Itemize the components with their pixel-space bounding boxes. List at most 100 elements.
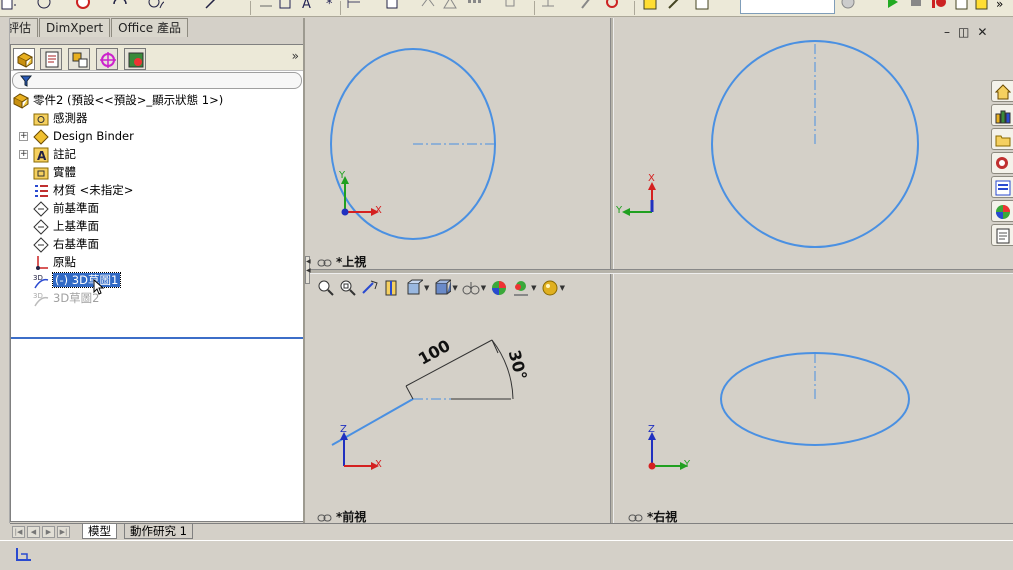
line-icon[interactable] [204,0,220,12]
tree-item-label: 註記 [53,147,76,161]
convert-entities-icon[interactable] [420,0,436,12]
funnel-icon [20,75,32,87]
tab-property-manager[interactable] [40,48,62,70]
text-icon[interactable]: A [300,0,316,12]
origin-icon [36,255,48,270]
viewport-iso[interactable]: X Y – ◫ ✕ [614,18,1013,269]
zoom-area-icon[interactable] [278,0,294,12]
view-orientation-icon[interactable] [384,0,400,12]
tab-feature-manager[interactable] [13,48,35,70]
manager-tabs: » [11,45,303,71]
macro-icon[interactable] [642,0,658,12]
tree-item-label: (-) 3D草圖1 [51,272,122,288]
sensor-folder-icon [33,113,49,125]
expand-toggle[interactable]: + [19,132,28,141]
tree-item-top-plane[interactable]: 上基準面 [33,217,99,235]
task-pane-search[interactable] [991,152,1013,174]
tree-item-3dsketch1[interactable]: 3D (-) 3D草圖1 [33,271,122,295]
tab-motion-study-1[interactable]: 動作研究 1 [124,524,193,539]
undo-icon[interactable] [112,0,128,12]
tree-item-sensors[interactable]: 感測器 [33,109,88,127]
solid-bodies-folder-icon [33,167,49,179]
tree-item-solid-bodies[interactable]: 實體 [33,163,76,181]
macro-edit-doc-icon[interactable] [974,0,990,12]
macro-stop-icon[interactable] [908,0,924,12]
viewport-label-text: *上視 [336,255,367,269]
restore-icon[interactable]: ◫ [958,25,969,39]
tab-configuration-manager[interactable] [68,48,90,70]
new-document-icon[interactable] [0,0,16,12]
rollback-bar[interactable] [11,337,303,339]
axis-label-x: X [375,459,382,470]
task-pane-view-palette[interactable] [991,176,1013,198]
task-pane-appearances[interactable] [991,200,1013,222]
tab-model[interactable]: 模型 [82,524,117,539]
task-pane-resources[interactable] [991,80,1013,102]
config-combo[interactable] [740,0,835,14]
tree-item-label: 上基準面 [53,219,99,233]
tab-dimxpert-manager[interactable] [96,48,118,70]
macro-new-icon[interactable] [694,0,710,12]
tree-item-right-plane[interactable]: 右基準面 [33,235,99,253]
move-icon[interactable] [504,0,520,12]
smart-dimension-icon[interactable] [258,0,274,12]
dimxpert-manager-icon [100,52,116,68]
offset-icon[interactable] [442,0,458,12]
task-pane-design-library[interactable] [991,104,1013,126]
point-icon[interactable]: * [324,0,340,12]
viewport-right[interactable]: Z Y *右視 [614,274,1013,524]
open-icon[interactable] [36,0,52,12]
viewport-label-top: *上視 [317,253,366,269]
viewport-top[interactable]: Y X *上視 [305,18,610,269]
first-tab-icon[interactable]: |◀ [12,526,25,538]
close-icon[interactable]: ✕ [977,25,987,39]
expand-toggle[interactable]: + [19,150,28,159]
macro-new-doc-icon[interactable] [954,0,970,12]
minimize-icon[interactable]: – [944,25,950,39]
tab-office-products[interactable]: Office 產品 [111,18,188,37]
tree-item-label: Design Binder [53,129,134,143]
chevron-double-right-icon[interactable]: » [292,49,299,63]
tree-item-annotations[interactable]: + A 註記 [19,145,76,163]
task-pane-custom-properties[interactable] [991,224,1013,246]
previous-tab-icon[interactable]: ◀ [27,526,40,538]
toolbar-overflow-icon[interactable]: » [996,0,1003,11]
axis-label-x: X [648,173,655,184]
task-pane-file-explorer[interactable] [991,128,1013,150]
repair-icon[interactable] [578,0,594,12]
tree-item-material[interactable]: 材質 <未指定> [33,181,133,199]
panel-collapse-handle[interactable]: ◀ ◀ [305,256,311,284]
viewport-splitter-horizontal[interactable] [305,269,1013,274]
configuration-manager-icon [72,52,88,68]
tree-item-design-binder[interactable]: + Design Binder [19,127,134,145]
toolbar-separator [534,1,535,15]
status-bar [0,540,1013,570]
tree-item-origin[interactable]: 原點 [33,253,76,271]
next-tab-icon[interactable]: ▶ [42,526,55,538]
mirror-icon[interactable] [346,0,362,12]
tree-item-label: 實體 [53,165,76,179]
tab-display-manager[interactable] [124,48,146,70]
record-icon[interactable] [604,0,620,12]
macro-edit-icon[interactable] [666,0,682,12]
select-icon[interactable] [148,0,164,12]
axis-label-x: X [375,205,382,216]
relation-icon[interactable] [540,0,556,12]
last-tab-icon[interactable]: ▶| [57,526,70,538]
options-icon[interactable] [840,0,856,12]
tree-item-part[interactable]: 零件2 (預設<<預設>_顯示狀態 1>) [13,91,223,109]
pattern-icon[interactable] [466,0,482,12]
svg-text:*: * [326,0,333,12]
tab-dimxpert[interactable]: DimXpert [39,18,111,37]
tree-item-front-plane[interactable]: 前基準面 [33,199,99,217]
feature-tree-filter[interactable] [12,72,302,89]
front-view-sketch [331,339,514,446]
view-link-icon [317,259,332,266]
macro-run-icon[interactable] [884,0,900,12]
macro-record-icon[interactable] [930,0,946,12]
coordinate-system-icon[interactable] [14,546,34,564]
tree-item-3dsketch2[interactable]: 3D 3D草圖2 [33,289,100,307]
rebuild-icon[interactable] [75,0,91,12]
viewport-front[interactable]: ▼ ▼ ▼ ▼ ▼ 100 30° Z X *前視 [305,274,610,524]
view-palette-icon [995,180,1011,196]
